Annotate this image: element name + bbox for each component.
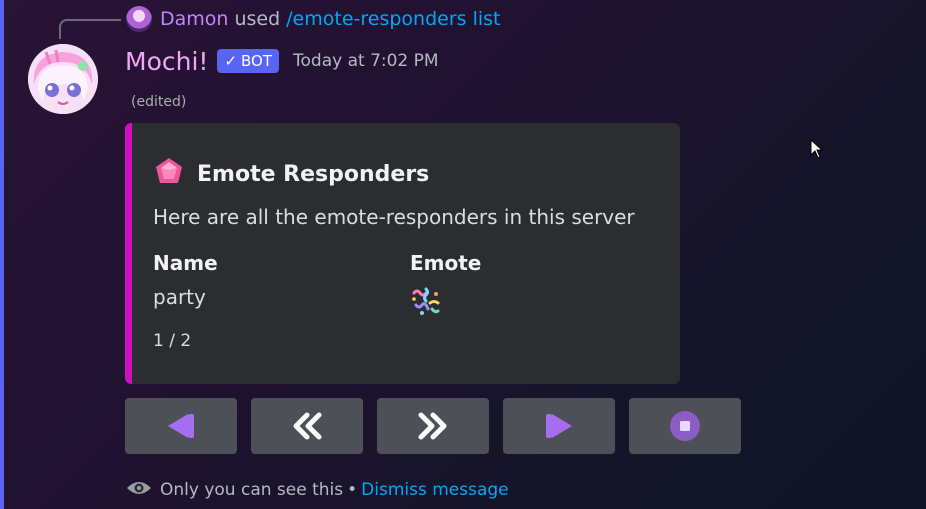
embed-title: Emote Responders [153,156,429,192]
message-header: Mochi! ✓ BOT Today at 7:02 PM [125,44,439,78]
next-page-button[interactable] [377,398,489,454]
dismiss-message-link[interactable]: Dismiss message [361,480,508,500]
reply-connector [59,19,121,39]
ephemeral-text: Only you can see this [160,480,344,500]
stop-button[interactable] [629,398,741,454]
ephemeral-notice: Only you can see this • Dismiss message [126,477,509,503]
field-title: Name [153,251,218,275]
user-avatar-small[interactable] [126,6,152,32]
embed-title-text: Emote Responders [197,161,430,187]
double-chevron-right-icon [418,412,447,440]
embed-accent-border [125,123,132,384]
mouse-cursor-icon [810,138,824,163]
embed-footer-page: 1 / 2 [153,331,192,351]
field-title: Emote [410,251,482,275]
command-user[interactable]: Damon [160,8,228,30]
message-timestamp[interactable]: Today at 7:02 PM [293,51,439,71]
eye-icon [126,479,152,502]
bot-avatar[interactable] [28,44,98,114]
stop-icon [670,411,700,441]
highlight-bar [0,0,4,509]
embed-card: Emote Responders Here are all the emote-… [125,123,680,384]
bot-username[interactable]: Mochi! [125,47,208,76]
field-value: party [153,285,206,309]
command-reply-line: Damon used /emote-responders list [126,5,501,33]
double-chevron-left-icon [293,412,322,440]
first-page-button[interactable] [125,398,237,454]
skip-back-icon [168,414,194,438]
embed-field-emote: Emote [410,251,481,322]
command-name[interactable]: /emote-responders list [286,8,500,30]
separator-dot: • [347,480,358,500]
confetti-emote-icon[interactable] [410,285,481,322]
last-page-button[interactable] [503,398,615,454]
pink-gem-icon [153,156,185,192]
command-used-text: used [234,8,281,30]
embed-field-name: Name party [153,251,218,309]
checkmark-icon: ✓ [224,52,238,70]
bot-badge-label: BOT [241,52,273,70]
embed-description: Here are all the emote-responders in thi… [153,205,635,229]
edited-label: (edited) [131,94,187,110]
bot-badge: ✓ BOT [217,49,280,73]
skip-forward-icon [546,414,572,438]
previous-page-button[interactable] [251,398,363,454]
